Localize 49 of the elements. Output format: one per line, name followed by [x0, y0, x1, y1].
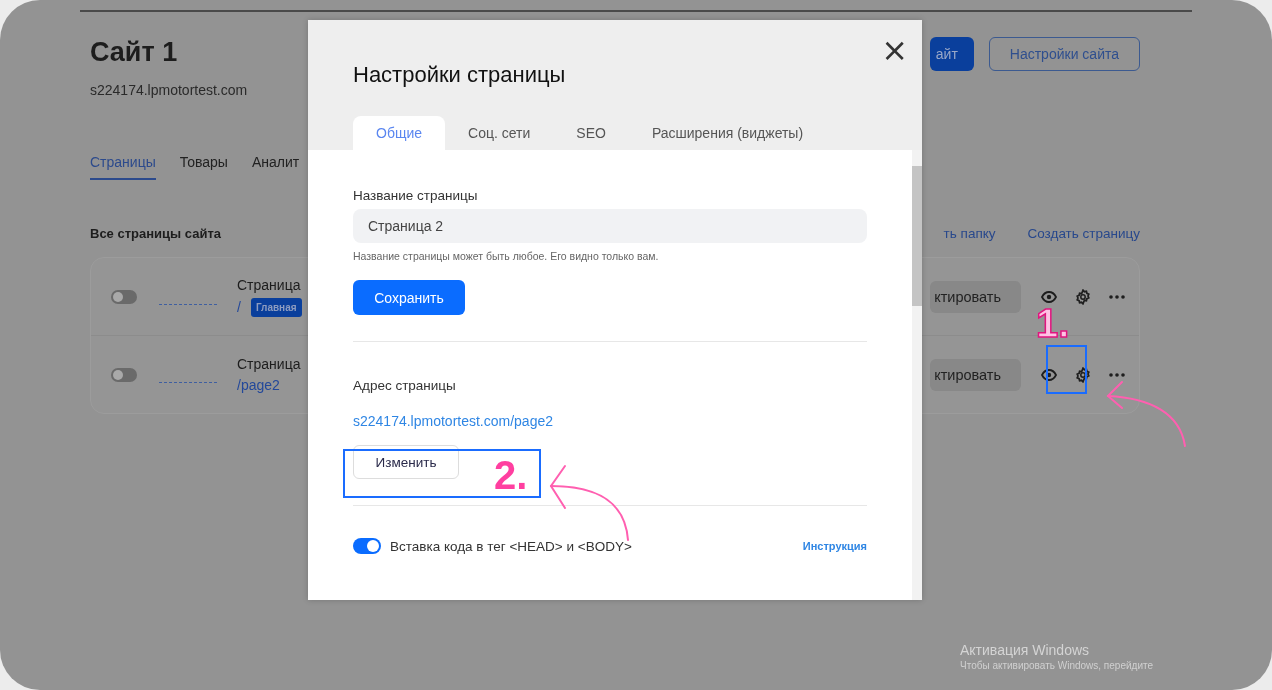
create-page-link[interactable]: Создать страницу — [1027, 226, 1140, 241]
more-icon[interactable] — [1109, 372, 1125, 377]
toggle-switch[interactable] — [111, 367, 137, 382]
tab[interactable]: Аналит — [251, 154, 300, 180]
settings-icon[interactable] — [1075, 288, 1091, 305]
home-badge: Главная — [250, 297, 302, 317]
tab[interactable]: Товары — [179, 154, 228, 180]
scrollbar[interactable] — [912, 150, 922, 600]
close-button[interactable]: × — [881, 34, 908, 66]
page-name: Страница — [237, 356, 301, 372]
field-label: Адрес страницы — [353, 378, 457, 393]
section-title: Все страницы сайта — [90, 226, 221, 241]
eye-icon[interactable] — [1041, 290, 1057, 303]
more-icon[interactable] — [1109, 294, 1125, 299]
field-label: Название страницы — [353, 188, 479, 203]
publish-button[interactable]: айт — [929, 37, 974, 71]
save-button[interactable]: Сохранить — [353, 280, 465, 315]
tab[interactable]: Расширения (виджеты) — [628, 116, 827, 150]
toggle-switch[interactable] — [353, 538, 381, 554]
toggle-switch[interactable] — [111, 289, 137, 304]
edit-button[interactable]: ктировать — [930, 280, 1021, 313]
step-number: 2. — [494, 455, 528, 495]
tab[interactable]: Общие — [353, 116, 446, 150]
page-name: Страница — [237, 276, 302, 293]
instruction-link[interactable]: Инструкция — [802, 540, 867, 552]
tab[interactable]: SEO — [553, 116, 629, 150]
site-title: Сайт 1 — [90, 37, 179, 68]
toggle-label: Вставка кода в тег <HEAD> и <BODY> — [390, 538, 632, 554]
dashed-line — [159, 382, 217, 383]
create-folder-link[interactable]: ть папку — [943, 226, 996, 241]
settings-icon[interactable] — [1075, 366, 1091, 383]
step-number: 1. — [1036, 303, 1070, 343]
dashed-line — [159, 304, 217, 305]
edit-button[interactable]: ктировать — [930, 358, 1021, 391]
page-name-field[interactable]: Страница 2 — [353, 209, 867, 243]
activation-title: Активация Windows — [960, 642, 1091, 658]
page-address-link[interactable]: s224174.lpmotortest.com/page2 — [353, 413, 553, 429]
site-settings-button[interactable]: Настройки сайта — [988, 37, 1140, 71]
change-button[interactable]: Изменить — [353, 445, 459, 479]
page-path-link[interactable]: /page2 — [237, 377, 280, 393]
tab[interactable]: Страницы — [90, 154, 156, 180]
activation-text: Чтобы активировать Windows, перейдите — [960, 660, 1153, 671]
dialog-title: Настройки страницы — [353, 62, 567, 88]
eye-icon[interactable] — [1041, 368, 1057, 381]
highlight-frame — [1046, 345, 1087, 394]
field-hint: Название страницы может быть любое. Его видно только вам. — [353, 250, 660, 262]
site-domain: s224174.lpmotortest.com — [90, 82, 248, 98]
tab[interactable]: Соц. сети — [445, 116, 554, 150]
page-path-link[interactable]: / — [237, 299, 241, 315]
